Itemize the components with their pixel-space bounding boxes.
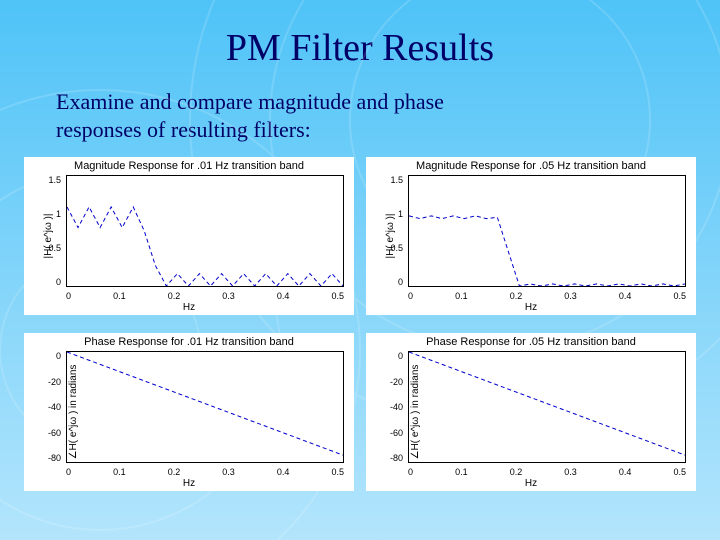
plot-area bbox=[66, 175, 344, 287]
x-ticks: 00.10.20.30.40.5 bbox=[66, 467, 344, 477]
x-axis-label: Hz bbox=[183, 478, 195, 489]
y-ticks: 0-20-40-60-80 bbox=[366, 351, 406, 463]
page-title: PM Filter Results bbox=[0, 0, 720, 88]
chart-phase-01: Phase Response for .01 Hz transition ban… bbox=[24, 333, 354, 491]
chart-magnitude-01: Magnitude Response for .01 Hz transition… bbox=[24, 157, 354, 315]
y-ticks: 1.510.50 bbox=[366, 175, 406, 287]
y-ticks: 0-20-40-60-80 bbox=[24, 351, 64, 463]
charts-grid: Magnitude Response for .01 Hz transition… bbox=[0, 157, 720, 501]
chart-title: Phase Response for .05 Hz transition ban… bbox=[366, 333, 696, 348]
subtitle-line2: responses of resulting filters: bbox=[56, 117, 311, 142]
x-ticks: 00.10.20.30.40.5 bbox=[408, 291, 686, 301]
plot-area bbox=[408, 175, 686, 287]
plot-area bbox=[66, 351, 344, 463]
x-axis-label: Hz bbox=[525, 302, 537, 313]
plot-area bbox=[408, 351, 686, 463]
chart-phase-05: Phase Response for .05 Hz transition ban… bbox=[366, 333, 696, 491]
chart-title: Magnitude Response for .05 Hz transition… bbox=[366, 157, 696, 172]
x-ticks: 00.10.20.30.40.5 bbox=[408, 467, 686, 477]
page-subtitle: Examine and compare magnitude and phase … bbox=[0, 88, 720, 157]
y-axis-label: ∠H( e^jω ) in radians bbox=[68, 365, 79, 460]
y-axis-label: ∠H( e^jω ) in radians bbox=[410, 365, 421, 460]
chart-magnitude-05: Magnitude Response for .05 Hz transition… bbox=[366, 157, 696, 315]
subtitle-line1: Examine and compare magnitude and phase bbox=[56, 89, 444, 114]
x-axis-label: Hz bbox=[525, 478, 537, 489]
y-ticks: 1.510.50 bbox=[24, 175, 64, 287]
x-axis-label: Hz bbox=[183, 302, 195, 313]
x-ticks: 00.10.20.30.40.5 bbox=[66, 291, 344, 301]
chart-title: Magnitude Response for .01 Hz transition… bbox=[24, 157, 354, 172]
chart-title: Phase Response for .01 Hz transition ban… bbox=[24, 333, 354, 348]
